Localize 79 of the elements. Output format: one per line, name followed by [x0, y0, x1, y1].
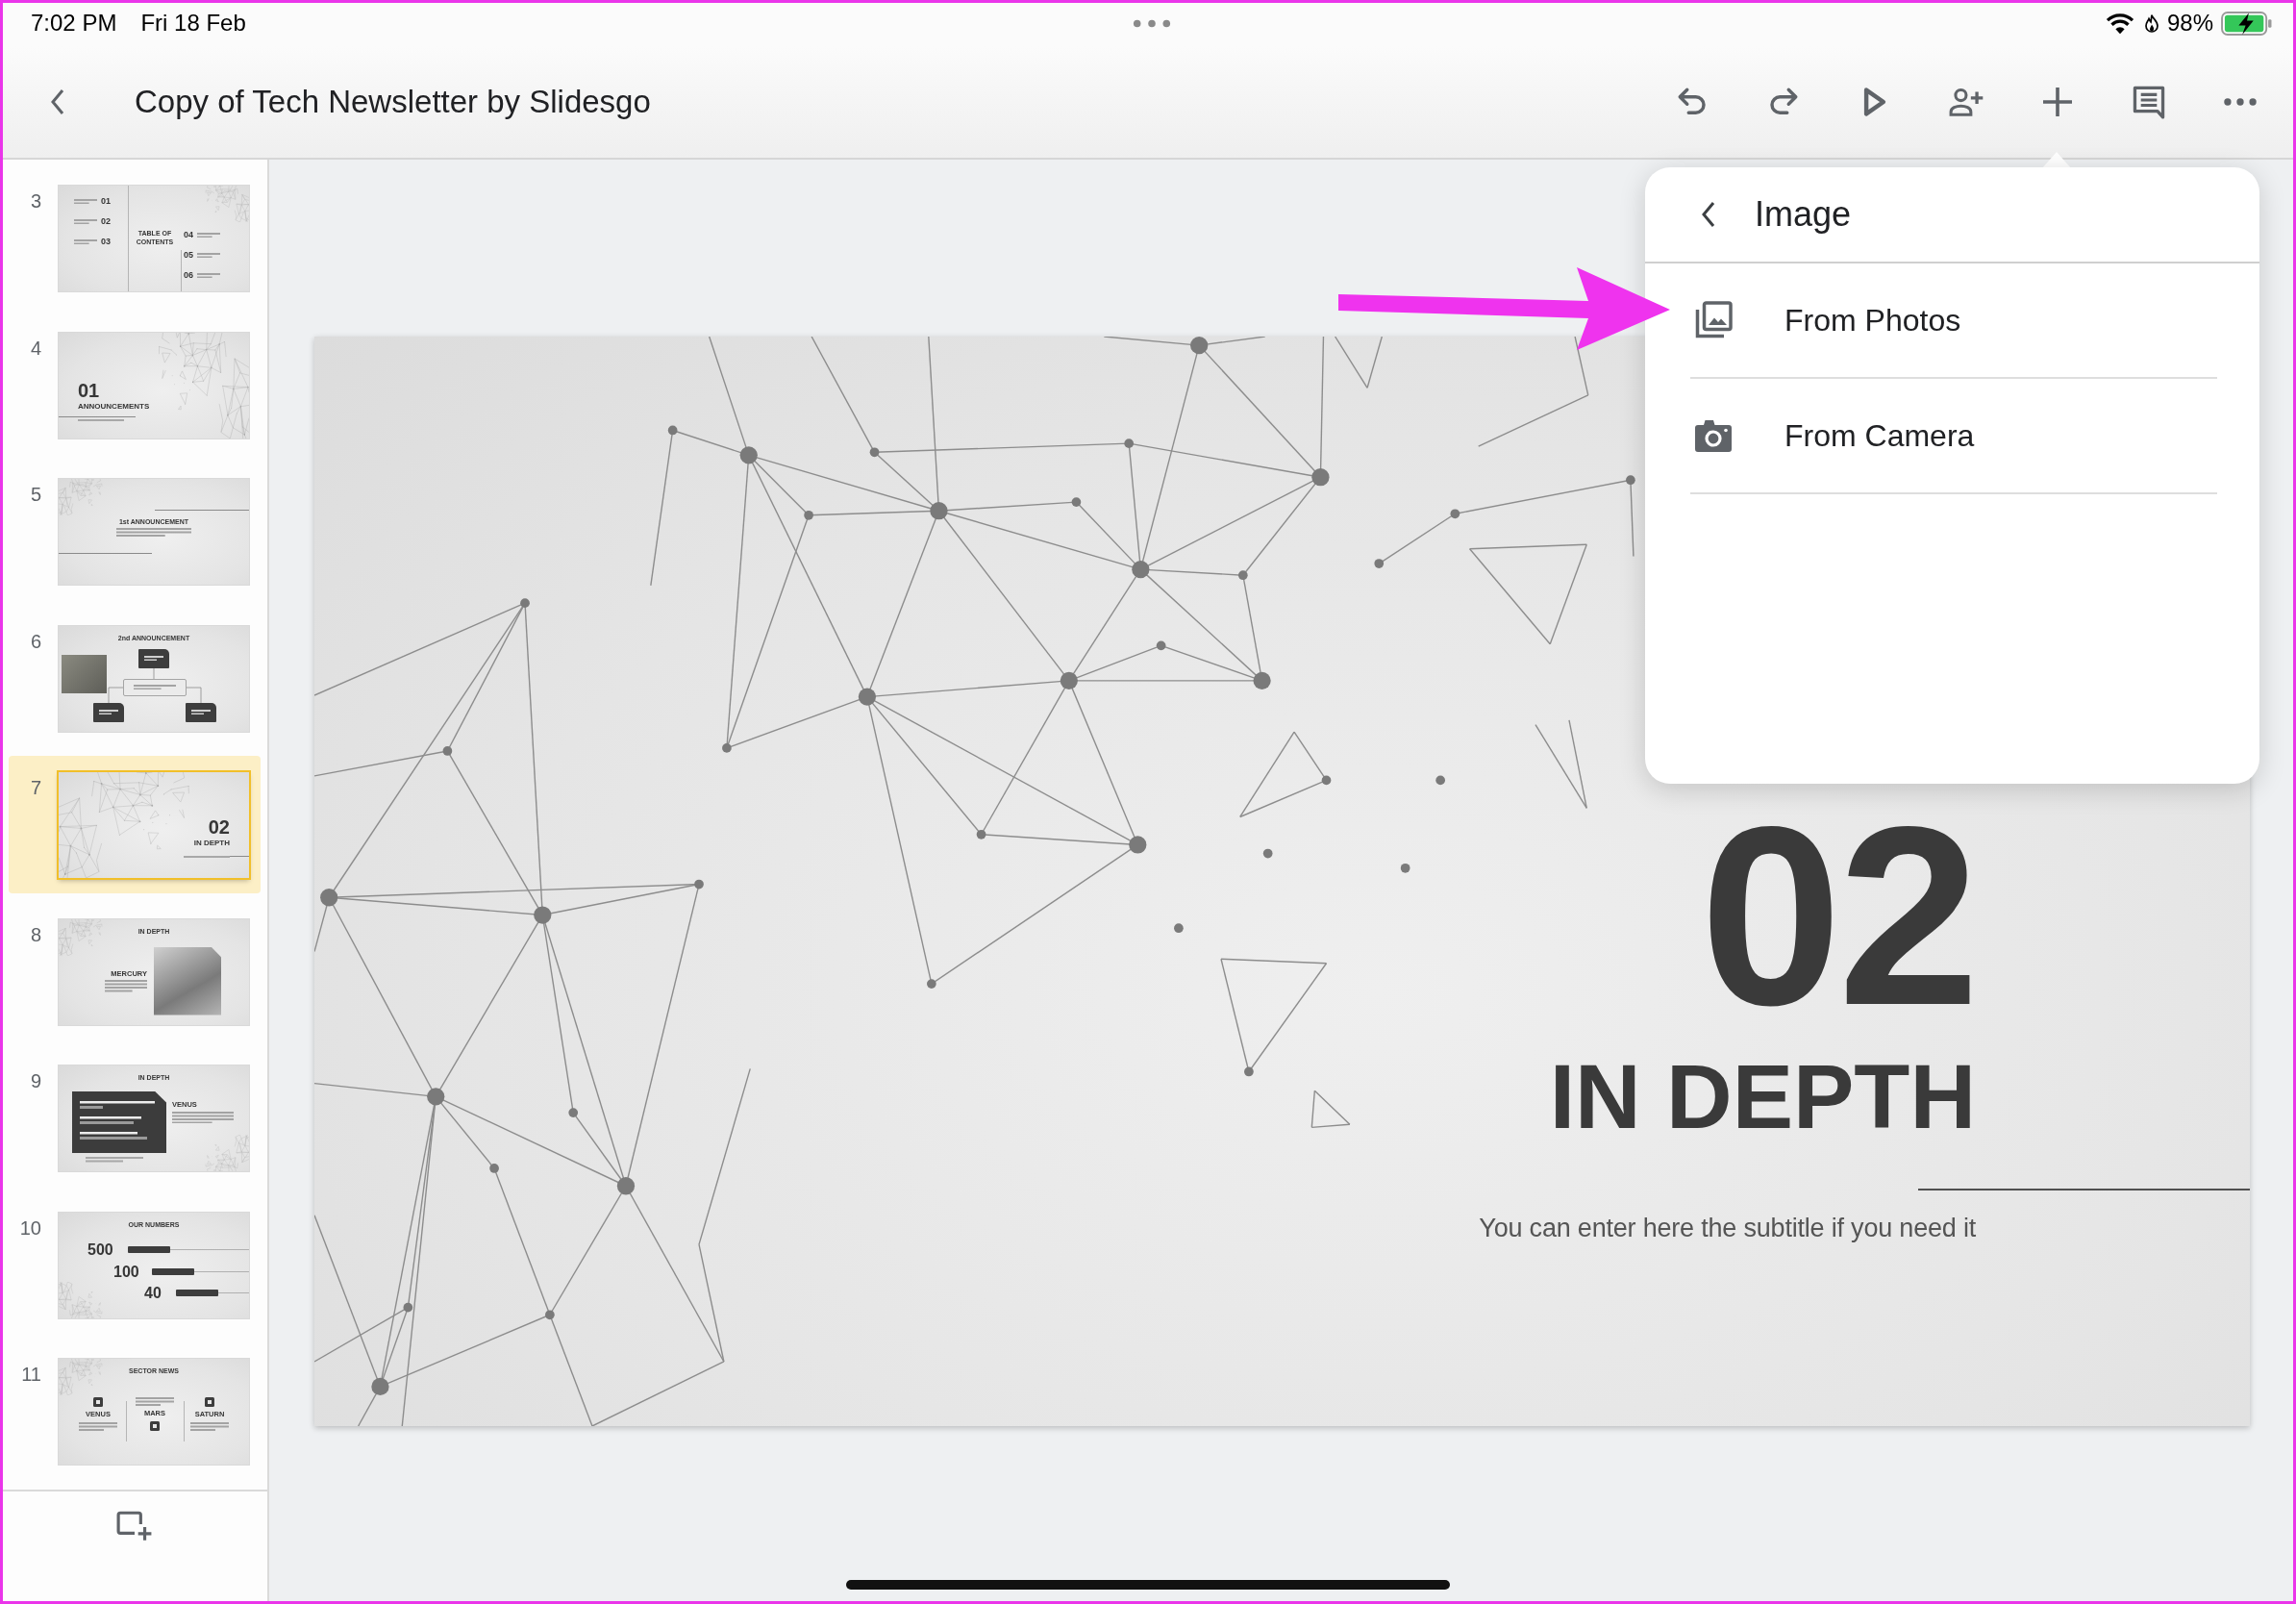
photo-placeholder — [154, 946, 221, 1015]
slide-number: 9 — [29, 1070, 41, 1092]
text-lines-drawing — [105, 980, 147, 992]
label-pill — [128, 1245, 170, 1253]
text-lines-drawing — [78, 418, 124, 421]
play-icon — [1862, 87, 1887, 117]
chart-bar — [80, 1132, 137, 1135]
comment-icon — [2132, 85, 2166, 119]
flame-icon — [2143, 13, 2159, 34]
statistic-number: 100 — [113, 1264, 139, 1280]
slide-number: 10 — [18, 1216, 41, 1240]
tile-icon — [205, 1397, 214, 1407]
tile-icon — [150, 1420, 160, 1431]
text-lines-drawing — [197, 232, 220, 238]
status-time: 7:02 PM — [31, 12, 117, 35]
chart-bar — [80, 1121, 134, 1124]
battery-percentage: 98% — [2166, 12, 2213, 35]
toc-number: 06 — [184, 271, 193, 280]
toc-number: 01 — [101, 197, 111, 206]
slide-title: IN DEPTH — [1549, 1051, 1976, 1142]
slide-number: 5 — [29, 484, 41, 506]
chevron-left-icon — [1701, 201, 1716, 228]
toc-number: 04 — [184, 231, 193, 239]
text-lines-drawing — [197, 252, 220, 259]
statistic-number: 500 — [87, 1241, 113, 1258]
text-lines-drawing — [144, 655, 163, 662]
chevron-left-icon — [50, 88, 65, 115]
menu-item[interactable]: From Camera — [1690, 379, 2217, 494]
three-dots-icon[interactable] — [1133, 18, 1171, 28]
text-lines-drawing — [136, 1397, 174, 1406]
text-lines-drawing — [86, 1157, 143, 1163]
add-slide-icon — [116, 1511, 153, 1541]
text-lines-drawing — [197, 272, 220, 279]
slide-number: 6 — [29, 630, 41, 653]
chart-bar — [80, 1137, 147, 1140]
slide-title: IN DEPTH — [193, 840, 230, 847]
tile-icon — [93, 1397, 103, 1407]
label-pill — [176, 1289, 218, 1296]
text-lines-drawing — [74, 238, 97, 245]
menu-item[interactable]: From Photos — [1690, 263, 2217, 379]
plus-icon — [2040, 85, 2075, 119]
text-lines-drawing — [134, 684, 176, 690]
toc-number: 03 — [101, 238, 111, 246]
menu-title: Image — [1755, 194, 1852, 235]
slide-thumbnail[interactable]: 01 ANNOUNCEMENTS — [59, 332, 249, 439]
statistic-number: 40 — [144, 1285, 162, 1301]
section-number: 02 — [1700, 789, 1976, 1043]
slide-number: 4 — [29, 337, 41, 360]
slide-list-item[interactable]: 4 01 ANNOUNCEMENTS — [9, 315, 261, 454]
slide-list-item[interactable]: 7 02 IN DEPTH — [9, 756, 261, 893]
status-date: Fri 18 Feb — [140, 12, 246, 35]
toc-number: 02 — [101, 217, 111, 226]
photo-library-icon — [1694, 301, 1733, 339]
photo-placeholder — [62, 654, 107, 693]
slide-number: 8 — [29, 923, 41, 946]
text-lines-drawing — [74, 218, 97, 225]
slide-subtitle: You can enter here the subtitle if you need it — [1479, 1213, 1976, 1243]
label-pill — [152, 1267, 194, 1275]
text-lines-drawing — [74, 198, 97, 205]
section-number: 01 — [78, 380, 100, 400]
text-lines-drawing — [184, 856, 230, 858]
text-lines-drawing — [190, 1421, 229, 1431]
section-number: 02 — [208, 817, 230, 837]
more-icon — [2224, 98, 2257, 106]
chart-bar — [80, 1116, 141, 1119]
text-lines-drawing — [99, 709, 118, 715]
text-lines-drawing — [172, 1111, 234, 1123]
slide-number: 7 — [29, 777, 41, 799]
text-lines-drawing — [79, 1421, 117, 1431]
slide-number: 11 — [20, 1364, 41, 1386]
slide-title: ANNOUNCEMENTS — [78, 402, 150, 411]
chart-bar — [80, 1106, 103, 1109]
slide-thumbnail[interactable]: 02 IN DEPTH — [59, 772, 249, 878]
battery-charging-icon — [2221, 11, 2273, 36]
document-title: Copy of Tech Newsletter by Slidesgo — [135, 84, 651, 120]
text-lines-drawing — [191, 709, 211, 715]
wifi-icon — [2105, 12, 2134, 35]
slide-number: 3 — [29, 190, 41, 213]
toc-number: 05 — [184, 251, 193, 260]
